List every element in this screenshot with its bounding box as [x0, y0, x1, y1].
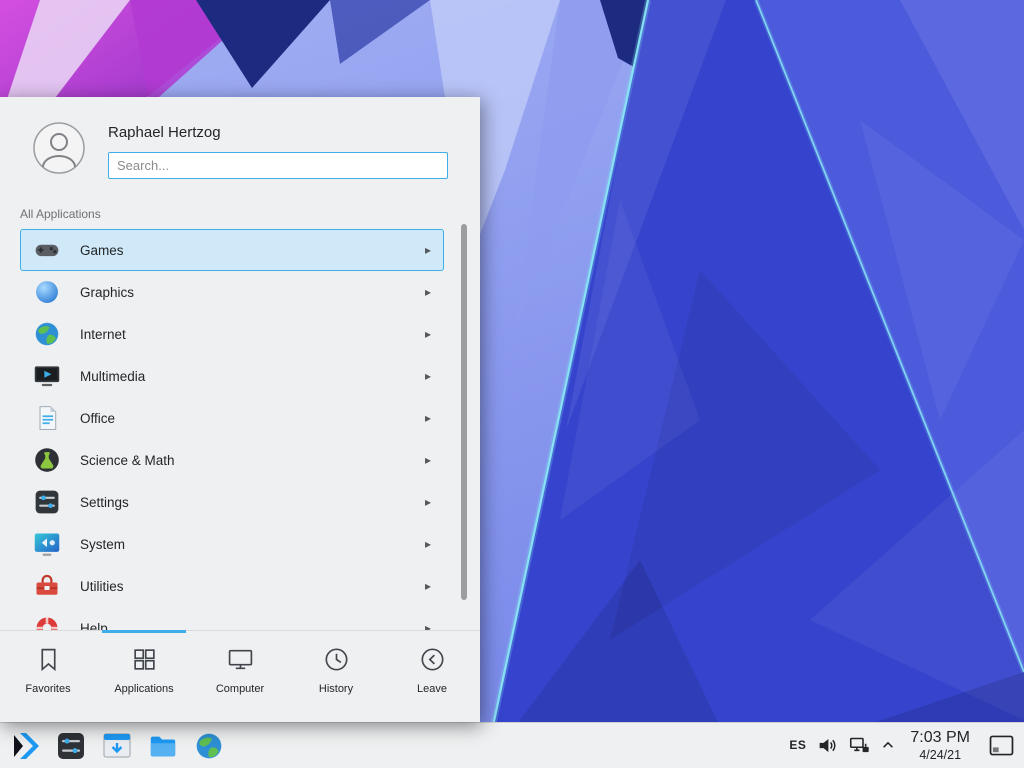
- chevron-right-icon: ▸: [425, 621, 433, 630]
- category-system[interactable]: System ▸: [20, 523, 444, 565]
- chevron-right-icon: ▸: [425, 243, 433, 257]
- chevron-right-icon: ▸: [425, 369, 433, 383]
- chevron-right-icon: ▸: [425, 285, 433, 299]
- header-right: Raphael Hertzog: [108, 122, 448, 179]
- pinned-app-browser-button[interactable]: [194, 731, 224, 761]
- user-avatar[interactable]: [33, 122, 85, 174]
- launcher-tab-bar: Favorites Applications: [0, 630, 480, 722]
- settings-icon: [33, 488, 61, 516]
- clock-date: 4/24/21: [910, 748, 970, 762]
- pinned-app-tweaks-button[interactable]: [56, 731, 86, 761]
- user-name: Raphael Hertzog: [108, 124, 448, 141]
- category-games[interactable]: Games ▸: [20, 229, 444, 271]
- category-list: Games ▸ Graphics ▸: [20, 229, 444, 630]
- tab-applications[interactable]: Applications: [96, 631, 192, 722]
- clock-time: 7:03 PM: [910, 729, 970, 747]
- taskbar: ES 7:03 PM 4/24/21: [0, 722, 1024, 768]
- science-icon: [33, 446, 61, 474]
- list-scrollbar[interactable]: [461, 224, 467, 600]
- tab-label: Applications: [114, 683, 173, 695]
- chevron-right-icon: ▸: [425, 579, 433, 593]
- kickoff-menu: Raphael Hertzog All Applications Games ▸: [0, 97, 480, 722]
- system-icon: [33, 530, 61, 558]
- office-icon: [33, 404, 61, 432]
- category-label: Utilities: [80, 579, 425, 594]
- leave-icon: [419, 646, 446, 673]
- category-label: Multimedia: [80, 369, 425, 384]
- category-office[interactable]: Office ▸: [20, 397, 444, 439]
- chevron-right-icon: ▸: [425, 537, 433, 551]
- monitor-icon: [227, 646, 254, 673]
- games-icon: [33, 236, 61, 264]
- category-label: Games: [80, 243, 425, 258]
- category-multimedia[interactable]: Multimedia ▸: [20, 355, 444, 397]
- app-launcher-button[interactable]: [10, 731, 40, 761]
- bookmark-icon: [35, 646, 62, 673]
- category-label: Graphics: [80, 285, 425, 300]
- taskbar-left: [0, 731, 224, 761]
- graphics-icon: [33, 278, 61, 306]
- tab-leave[interactable]: Leave: [384, 631, 480, 722]
- category-settings[interactable]: Settings ▸: [20, 481, 444, 523]
- search-input[interactable]: [108, 152, 448, 179]
- chevron-right-icon: ▸: [425, 411, 433, 425]
- keyboard-layout-indicator[interactable]: ES: [789, 738, 806, 752]
- chevron-right-icon: ▸: [425, 495, 433, 509]
- category-label: Science & Math: [80, 453, 425, 468]
- tab-favorites[interactable]: Favorites: [0, 631, 96, 722]
- category-label: Internet: [80, 327, 425, 342]
- show-desktop-button[interactable]: [989, 735, 1014, 756]
- category-science-math[interactable]: Science & Math ▸: [20, 439, 444, 481]
- tab-label: Computer: [216, 683, 264, 695]
- multimedia-icon: [33, 362, 61, 390]
- category-help[interactable]: Help ▸: [20, 607, 444, 630]
- system-tray: ES 7:03 PM 4/24/21: [789, 729, 1024, 762]
- clock-icon: [323, 646, 350, 673]
- network-icon[interactable]: [849, 735, 870, 756]
- expand-tray-button[interactable]: [881, 738, 895, 752]
- pinned-app-software-button[interactable]: [102, 731, 132, 761]
- section-label: All Applications: [0, 189, 480, 229]
- category-label: Help: [80, 621, 425, 631]
- pinned-app-files-button[interactable]: [148, 731, 178, 761]
- digital-clock[interactable]: 7:03 PM 4/24/21: [906, 729, 974, 762]
- category-internet[interactable]: Internet ▸: [20, 313, 444, 355]
- category-label: System: [80, 537, 425, 552]
- chevron-right-icon: ▸: [425, 453, 433, 467]
- volume-icon[interactable]: [817, 735, 838, 756]
- tab-computer[interactable]: Computer: [192, 631, 288, 722]
- tab-label: Leave: [417, 683, 447, 695]
- grid-icon: [131, 646, 158, 673]
- launcher-header: Raphael Hertzog: [0, 97, 480, 189]
- tab-label: Favorites: [25, 683, 70, 695]
- category-label: Settings: [80, 495, 425, 510]
- category-graphics[interactable]: Graphics ▸: [20, 271, 444, 313]
- internet-icon: [33, 320, 61, 348]
- help-icon: [33, 614, 61, 630]
- category-label: Office: [80, 411, 425, 426]
- category-utilities[interactable]: Utilities ▸: [20, 565, 444, 607]
- tab-label: History: [319, 683, 353, 695]
- utilities-icon: [33, 572, 61, 600]
- chevron-right-icon: ▸: [425, 327, 433, 341]
- desktop: Raphael Hertzog All Applications Games ▸: [0, 0, 1024, 768]
- tab-history[interactable]: History: [288, 631, 384, 722]
